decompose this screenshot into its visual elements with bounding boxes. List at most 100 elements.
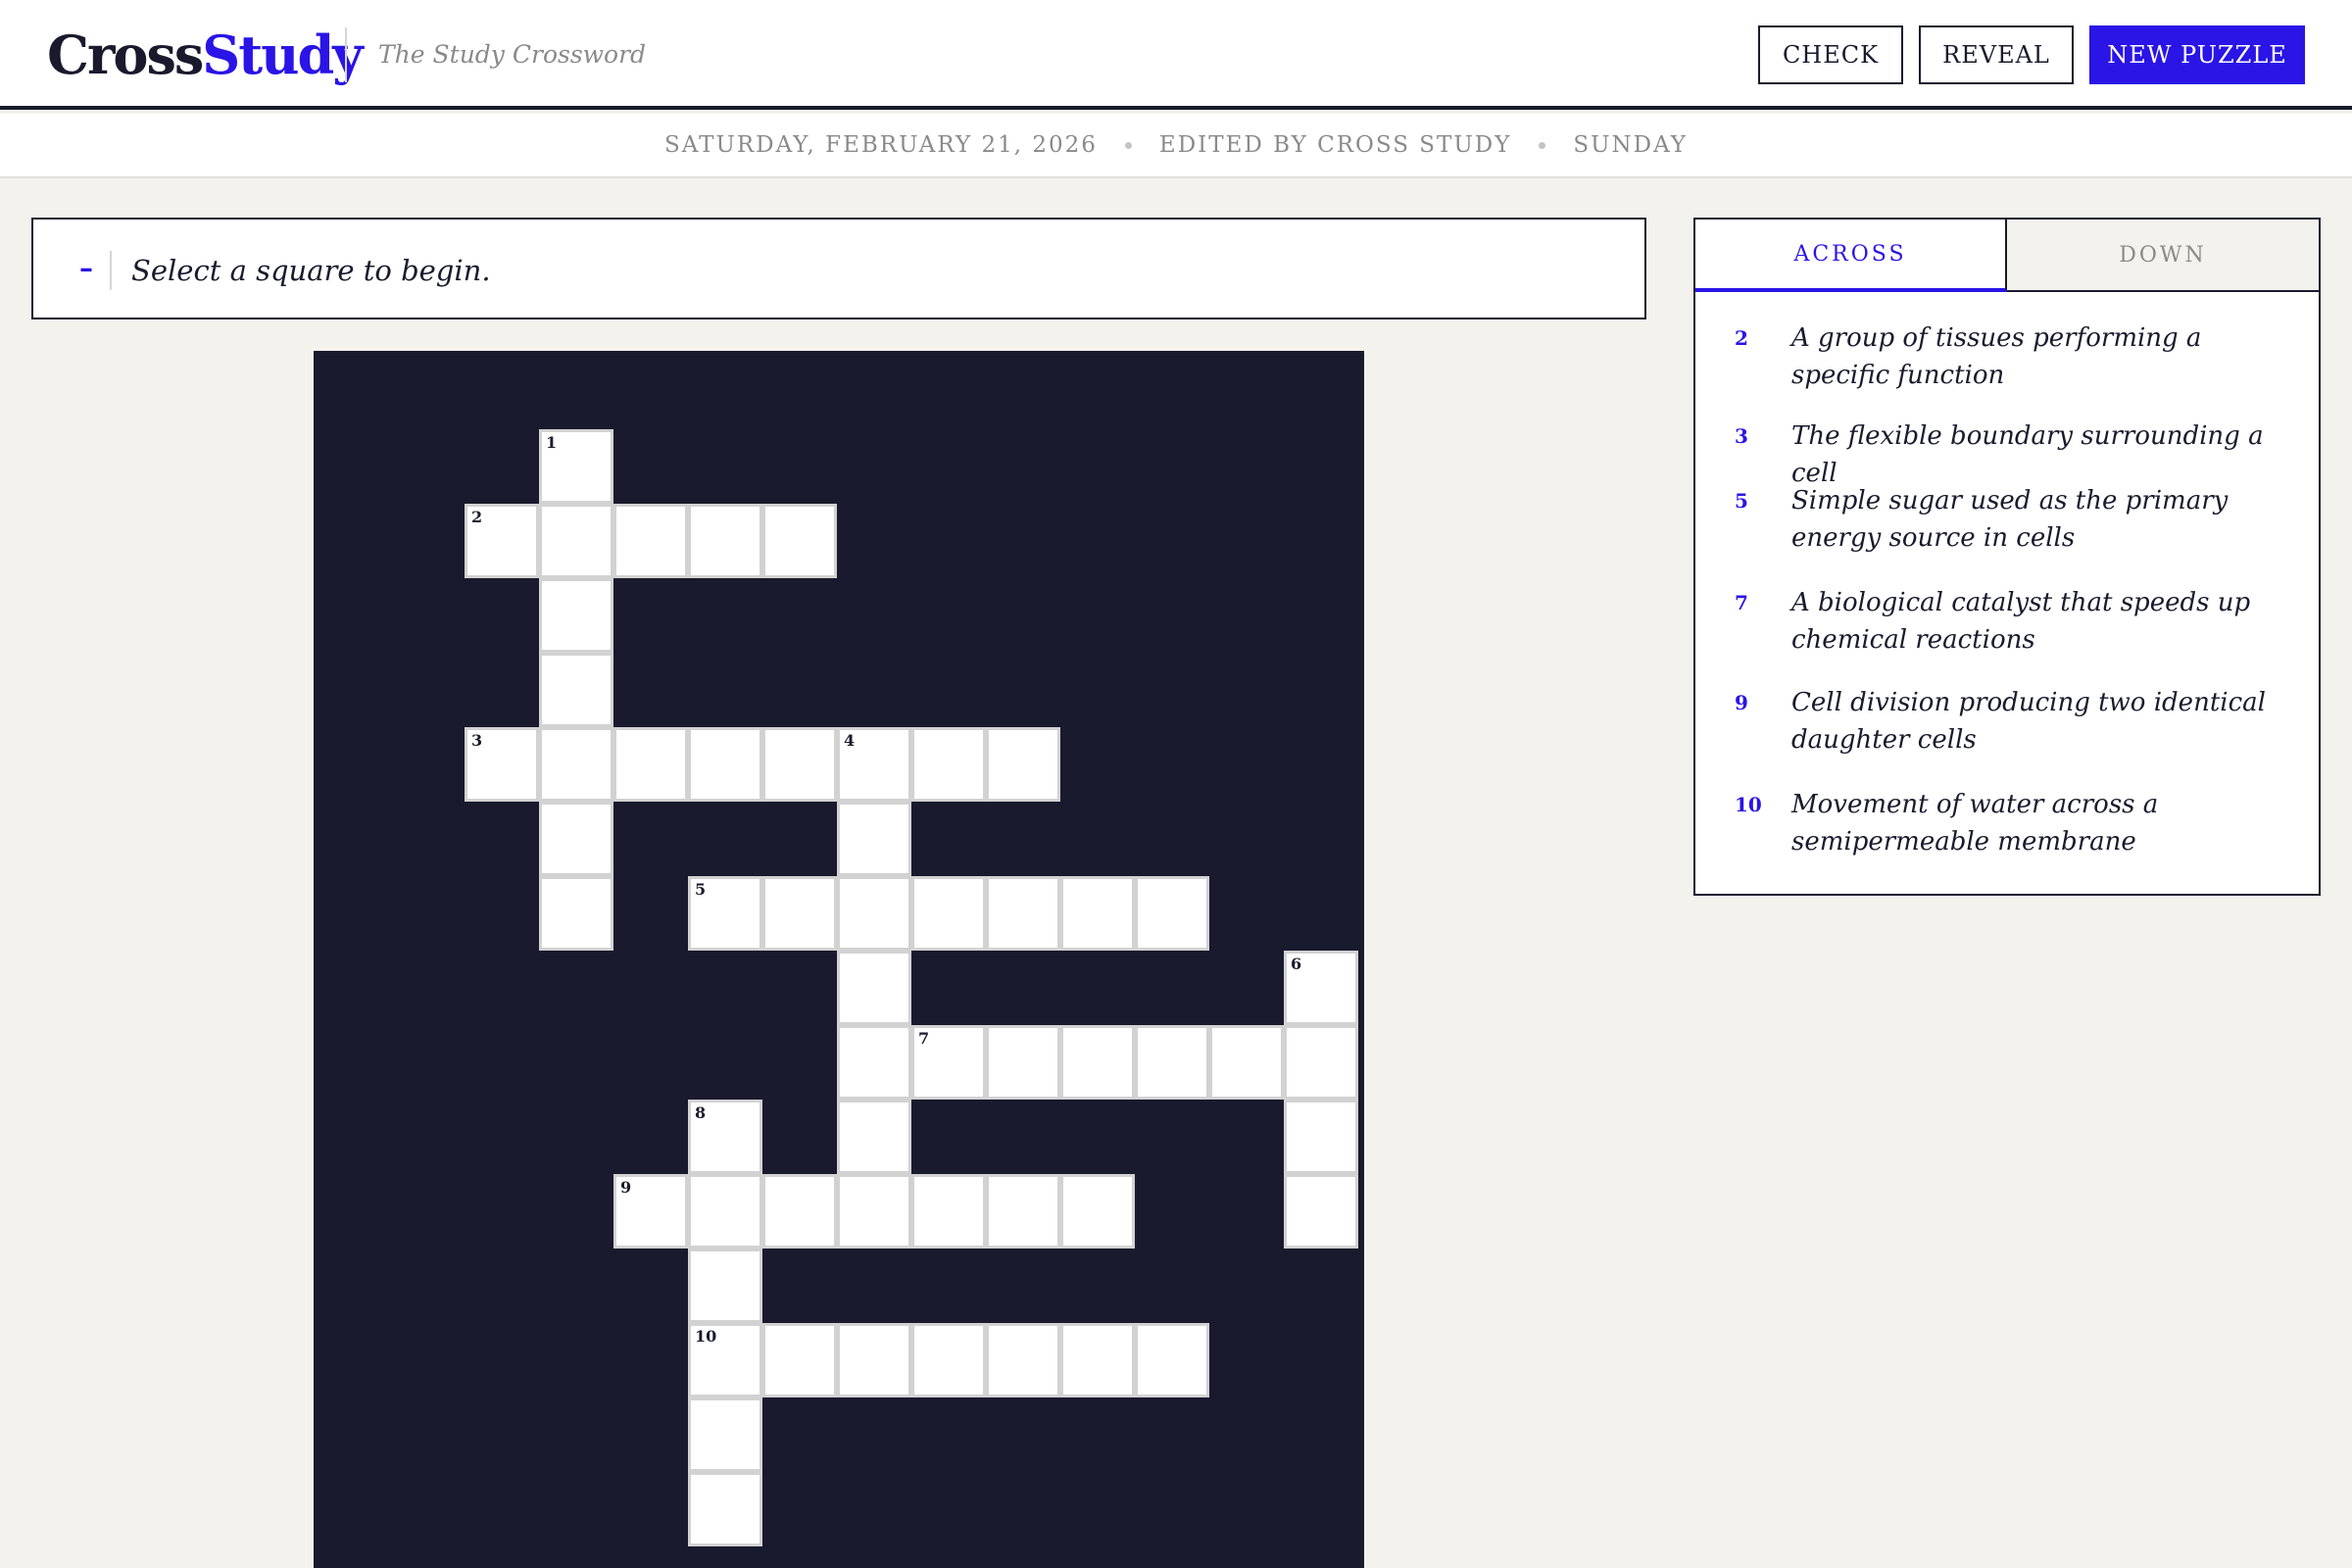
grid-cell[interactable] — [762, 1174, 837, 1249]
clue-text: Movement of water across a semipermeable… — [1791, 790, 2159, 857]
grid-cell[interactable] — [539, 653, 613, 727]
banner-divider — [110, 251, 112, 290]
grid-cell[interactable] — [539, 578, 613, 653]
grid-cell[interactable] — [837, 1025, 911, 1100]
grid-cell[interactable]: 6 — [1284, 951, 1358, 1025]
puzzle-info-bar: SATURDAY, FEBRUARY 21, 2026 EDITED BY CR… — [0, 114, 2352, 178]
current-clue-text: Select a square to begin. — [131, 254, 491, 287]
grid-cell[interactable]: 1 — [539, 429, 613, 504]
grid-cell[interactable] — [1284, 1174, 1358, 1249]
grid-cell[interactable]: 3 — [465, 727, 539, 802]
grid-cell[interactable] — [688, 1174, 762, 1249]
grid-cell[interactable] — [837, 876, 911, 951]
grid-cell[interactable] — [688, 504, 762, 578]
grid-cell[interactable] — [688, 727, 762, 802]
clue-number: 7 — [1735, 591, 1748, 614]
grid-cell[interactable] — [1135, 876, 1209, 951]
clue-number: 10 — [1735, 793, 1762, 816]
crossword-grid: 1 2 3 4 5 6 7 8 10 9 — [314, 351, 1364, 1568]
grid-cell[interactable] — [613, 504, 688, 578]
grid-cell[interactable] — [986, 1025, 1060, 1100]
tab-across[interactable]: ACROSS — [1695, 220, 2007, 292]
check-button[interactable]: CHECK — [1758, 25, 1903, 84]
grid-cell[interactable] — [911, 876, 986, 951]
grid-cell[interactable] — [986, 1174, 1060, 1249]
grid-cell[interactable]: 5 — [688, 876, 762, 951]
clue-number: 2 — [1735, 326, 1748, 350]
grid-cell[interactable] — [688, 1397, 762, 1472]
grid-cell[interactable]: 8 — [688, 1100, 762, 1174]
current-clue-banner: – Select a square to begin. — [31, 218, 1646, 319]
grid-cell[interactable] — [1135, 1025, 1209, 1100]
cell-number: 1 — [546, 433, 558, 452]
grid-cell[interactable] — [837, 1174, 911, 1249]
grid-cell[interactable] — [1284, 1025, 1358, 1100]
grid-cell[interactable] — [539, 802, 613, 876]
cell-number: 7 — [918, 1029, 930, 1048]
clues-panel: ACROSS DOWN 2 A group of tissues perform… — [1693, 218, 2321, 896]
clue-text: The flexible boundary surrounding a cell — [1791, 421, 2264, 488]
grid-cell[interactable] — [762, 1323, 837, 1397]
grid-cell[interactable] — [986, 1323, 1060, 1397]
grid-cell[interactable] — [1060, 1025, 1135, 1100]
grid-cell[interactable] — [837, 1323, 911, 1397]
grid-cell[interactable] — [762, 504, 837, 578]
current-clue-number: – — [79, 252, 93, 284]
cell-number: 9 — [620, 1178, 632, 1197]
tab-down[interactable]: DOWN — [2007, 220, 2319, 292]
reveal-button[interactable]: REVEAL — [1919, 25, 2074, 84]
grid-cell[interactable] — [837, 951, 911, 1025]
grid-cell[interactable] — [986, 727, 1060, 802]
logo-part-cross: Cross — [47, 24, 204, 86]
clue-number: 5 — [1735, 489, 1748, 513]
clue-item[interactable]: 9 Cell division producing two identical … — [1695, 684, 2319, 759]
clue-item[interactable]: 5 Simple sugar used as the primary energ… — [1695, 482, 2319, 557]
grid-cell[interactable] — [1135, 1323, 1209, 1397]
clue-text: Cell division producing two identical da… — [1791, 688, 2266, 755]
grid-cell[interactable] — [986, 876, 1060, 951]
puzzle-date: SATURDAY, FEBRUARY 21, 2026 — [664, 132, 1098, 158]
grid-cell[interactable] — [911, 727, 986, 802]
grid-cell[interactable]: 9 — [613, 1174, 688, 1249]
grid-cell[interactable] — [1060, 1174, 1135, 1249]
grid-cell[interactable] — [539, 727, 613, 802]
clue-item[interactable]: 3 The flexible boundary surrounding a ce… — [1695, 417, 2319, 488]
grid-cell[interactable] — [688, 1249, 762, 1323]
grid-cell[interactable] — [1284, 1100, 1358, 1174]
grid-cell[interactable] — [1060, 876, 1135, 951]
cell-number: 4 — [844, 731, 856, 750]
clue-text: Simple sugar used as the primary energy … — [1791, 486, 2229, 553]
grid-cell[interactable]: 4 — [837, 727, 911, 802]
cell-number: 3 — [471, 731, 483, 750]
grid-cell[interactable] — [837, 1100, 911, 1174]
logo-part-study: Study — [202, 24, 363, 86]
clue-item[interactable]: 10 Movement of water across a semipermea… — [1695, 786, 2319, 860]
grid-cell[interactable] — [539, 876, 613, 951]
clue-text: A biological catalyst that speeds up che… — [1791, 588, 2251, 655]
separator-dot — [1124, 141, 1132, 149]
tagline: The Study Crossword — [378, 40, 647, 69]
grid-cell[interactable] — [688, 1472, 762, 1546]
cell-number: 10 — [695, 1327, 717, 1346]
grid-cell[interactable] — [911, 1323, 986, 1397]
new-puzzle-button[interactable]: NEW PUZZLE — [2089, 25, 2305, 84]
grid-cell[interactable] — [1209, 1025, 1284, 1100]
clue-text: A group of tissues performing a specific… — [1791, 323, 2202, 390]
grid-cell[interactable] — [539, 504, 613, 578]
grid-cell[interactable] — [1060, 1323, 1135, 1397]
grid-cell[interactable] — [613, 727, 688, 802]
puzzle-editor: EDITED BY CROSS STUDY — [1158, 132, 1512, 158]
grid-cell[interactable]: 10 — [688, 1323, 762, 1397]
grid-cell[interactable]: 7 — [911, 1025, 986, 1100]
grid-cell[interactable] — [762, 876, 837, 951]
puzzle-day: SUNDAY — [1573, 132, 1688, 158]
clue-tabs: ACROSS DOWN — [1695, 220, 2319, 292]
grid-cell[interactable] — [762, 727, 837, 802]
grid-cell[interactable] — [911, 1174, 986, 1249]
logo[interactable]: CrossStudy — [47, 20, 364, 90]
cell-number: 5 — [695, 880, 707, 899]
grid-cell[interactable]: 2 — [465, 504, 539, 578]
grid-cell[interactable] — [837, 802, 911, 876]
clue-item[interactable]: 2 A group of tissues performing a specif… — [1695, 319, 2319, 390]
clue-item[interactable]: 7 A biological catalyst that speeds up c… — [1695, 584, 2319, 659]
